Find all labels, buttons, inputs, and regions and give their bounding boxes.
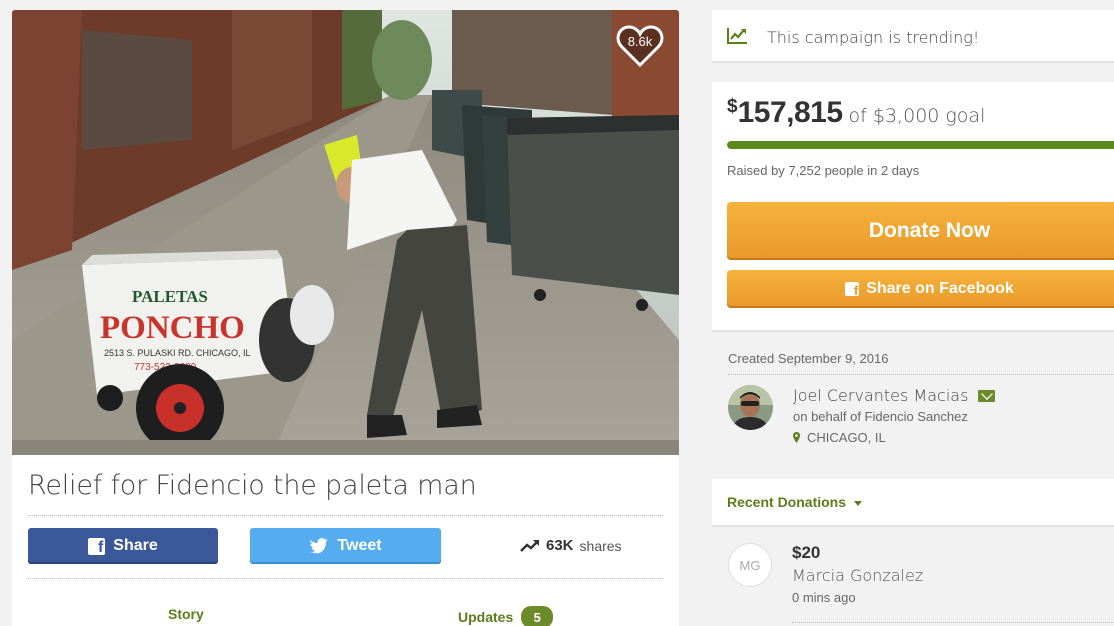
facebook-icon: f bbox=[88, 537, 106, 556]
svg-text:PONCHO: PONCHO bbox=[100, 310, 245, 346]
heart-count: 8.6k bbox=[627, 34, 653, 49]
fundraising-card: $ 157,815 of $3,000 goal Raised by 7,252… bbox=[712, 82, 1114, 332]
facebook-share-button[interactable]: f Share bbox=[28, 528, 218, 564]
donor-avatar: MG bbox=[728, 543, 772, 587]
campaign-photo-image: PALETAS PONCHO 2513 S. PULASKI RD. CHICA… bbox=[12, 10, 679, 455]
tab-updates[interactable]: Updates 5 bbox=[458, 606, 554, 626]
recent-donations-label: Recent Donations bbox=[727, 494, 847, 510]
divider bbox=[728, 374, 1114, 375]
chart-icon bbox=[727, 28, 747, 44]
campaign-card: PALETAS PONCHO 2513 S. PULASKI RD. CHICA… bbox=[12, 10, 679, 626]
donor-name: Marcia Gonzalez bbox=[792, 566, 924, 585]
location-row: CHICAGO, IL bbox=[793, 430, 886, 445]
location-text: CHICAGO, IL bbox=[807, 430, 886, 445]
map-pin-icon bbox=[793, 432, 800, 443]
currency-symbol: $ bbox=[727, 96, 738, 117]
tab-story-label: Story bbox=[168, 606, 204, 622]
shares-counter: 63K shares bbox=[520, 537, 622, 554]
recent-donations-header[interactable]: Recent Donations bbox=[712, 479, 1114, 527]
svg-text:2513 S. PULASKI RD. CHICAGO, I: 2513 S. PULASKI RD. CHICAGO, IL bbox=[104, 348, 251, 358]
share-on-facebook-button[interactable]: f Share on Facebook bbox=[727, 270, 1114, 308]
caret-down-icon bbox=[854, 500, 863, 506]
tab-updates-label: Updates bbox=[458, 609, 514, 625]
beneficiary-text: on behalf of Fidencio Sanchez bbox=[793, 409, 968, 424]
trending-up-icon bbox=[520, 540, 539, 552]
tab-story[interactable]: Story bbox=[168, 606, 204, 622]
progress-bar bbox=[727, 141, 1114, 149]
donation-amount: $20 bbox=[792, 543, 821, 562]
twitter-icon bbox=[309, 538, 329, 554]
donate-now-label: Donate Now bbox=[868, 219, 991, 242]
svg-text:PALETAS: PALETAS bbox=[132, 287, 208, 306]
shares-count: 63K bbox=[546, 537, 574, 554]
recent-donations-dropdown[interactable]: Recent Donations bbox=[727, 494, 863, 510]
trending-text: This campaign is trending! bbox=[767, 28, 980, 47]
progress-fill bbox=[727, 141, 1114, 149]
trending-banner: This campaign is trending! bbox=[712, 10, 1114, 63]
campaign-photo[interactable]: PALETAS PONCHO 2513 S. PULASKI RD. CHICA… bbox=[12, 10, 679, 455]
tweet-button[interactable]: Tweet bbox=[250, 528, 441, 564]
facebook-share-label: Share bbox=[113, 537, 158, 554]
campaign-title: Relief for Fidencio the paleta man bbox=[28, 470, 663, 516]
raised-by-text: Raised by 7,252 people in 2 days bbox=[727, 163, 920, 178]
raised-amount: 157,815 bbox=[737, 96, 843, 129]
envelope-icon[interactable] bbox=[978, 389, 996, 402]
divider bbox=[792, 622, 1114, 623]
divider bbox=[28, 578, 663, 579]
organizer-name-row: Joel Cervantes Macias bbox=[793, 386, 996, 405]
tweet-label: Tweet bbox=[337, 537, 382, 554]
donation-time: 0 mins ago bbox=[792, 590, 856, 605]
goal-text: of $3,000 goal bbox=[848, 105, 986, 127]
donate-now-button[interactable]: Donate Now bbox=[727, 202, 1114, 260]
share-on-facebook-label: Share on Facebook bbox=[866, 280, 1014, 297]
created-date: Created September 9, 2016 bbox=[728, 351, 889, 366]
shares-label: shares bbox=[579, 537, 622, 554]
avatar-image bbox=[728, 385, 773, 430]
organizer-name[interactable]: Joel Cervantes Macias bbox=[793, 386, 968, 405]
facebook-icon: f bbox=[845, 282, 860, 298]
organizer-avatar[interactable] bbox=[728, 385, 773, 430]
updates-count-badge: 5 bbox=[521, 606, 554, 626]
amount-raised: $ 157,815 of $3,000 goal bbox=[727, 96, 985, 130]
